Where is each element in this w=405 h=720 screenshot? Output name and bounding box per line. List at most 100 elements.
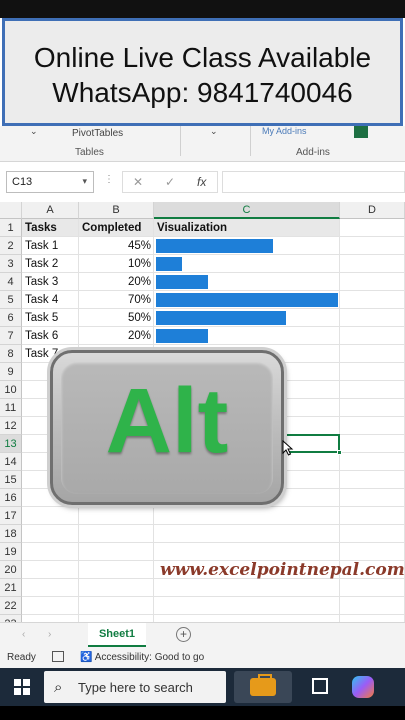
- banner-line-1: Online Live Class Available: [33, 42, 372, 73]
- gridline: [22, 506, 405, 507]
- next-sheet-icon[interactable]: ›: [48, 629, 51, 640]
- completed-cell[interactable]: 20%: [79, 327, 154, 345]
- accessibility-text: Accessibility: Good to go: [94, 652, 205, 663]
- data-bar: [156, 329, 208, 343]
- row-header-5[interactable]: 5: [0, 291, 22, 309]
- completed-cell[interactable]: 20%: [79, 273, 154, 291]
- row-header-11[interactable]: 11: [0, 399, 22, 417]
- sheet-tab-bar: ‹ › Sheet1 +: [0, 622, 405, 648]
- row-header-7[interactable]: 7: [0, 327, 22, 345]
- search-icon: ⌕: [54, 679, 63, 696]
- row-header-8[interactable]: 8: [0, 345, 22, 363]
- my-addins-button[interactable]: My Add-ins: [262, 126, 307, 136]
- task-name-cell[interactable]: Task 3: [22, 273, 79, 291]
- search-placeholder: Type here to search: [78, 680, 193, 695]
- ribbon-group-tables: Tables: [75, 147, 104, 158]
- copilot-icon[interactable]: [352, 676, 374, 698]
- row-header-9[interactable]: 9: [0, 363, 22, 381]
- table-header-cell[interactable]: Visualization: [154, 219, 340, 237]
- windows-taskbar: ⌕ Type here to search: [0, 668, 405, 706]
- data-bar: [156, 293, 338, 307]
- row-header-22[interactable]: 22: [0, 597, 22, 615]
- task-name-cell[interactable]: Task 1: [22, 237, 79, 255]
- gridline: [22, 542, 405, 543]
- column-header-c[interactable]: C: [154, 202, 340, 219]
- completed-cell[interactable]: 10%: [79, 255, 154, 273]
- task-name-cell[interactable]: Task 6: [22, 327, 79, 345]
- name-box[interactable]: C13 ▾: [6, 171, 94, 193]
- status-ready: Ready: [7, 652, 36, 663]
- prev-sheet-icon[interactable]: ‹: [22, 629, 25, 640]
- sheet-tab-sheet1[interactable]: Sheet1: [88, 623, 146, 647]
- row-header-23[interactable]: 23: [0, 615, 22, 622]
- promo-banner: Online Live Class Available WhatsApp: 98…: [2, 18, 403, 126]
- ribbon-group-addins: Add-ins: [296, 147, 330, 158]
- column-header-a[interactable]: A: [22, 202, 79, 219]
- ribbon-divider: [180, 126, 181, 156]
- data-bar: [156, 239, 273, 253]
- select-all-corner[interactable]: [0, 202, 22, 219]
- ribbon-divider: [250, 126, 251, 156]
- table-header-cell[interactable]: Tasks: [22, 219, 79, 237]
- add-sheet-icon[interactable]: +: [176, 627, 191, 642]
- excel-addin-icon[interactable]: [354, 126, 368, 138]
- row-header-16[interactable]: 16: [0, 489, 22, 507]
- enter-icon[interactable]: ✓: [165, 175, 175, 189]
- cancel-icon[interactable]: ✕: [133, 175, 143, 189]
- row-header-17[interactable]: 17: [0, 507, 22, 525]
- row-header-18[interactable]: 18: [0, 525, 22, 543]
- formula-input[interactable]: [222, 171, 405, 193]
- completed-cell[interactable]: 45%: [79, 237, 154, 255]
- mouse-cursor-icon: [282, 440, 294, 456]
- table-header-cell[interactable]: Completed: [79, 219, 154, 237]
- insert-function-icon[interactable]: fx: [197, 175, 206, 189]
- column-header-b[interactable]: B: [79, 202, 154, 219]
- row-header-6[interactable]: 6: [0, 309, 22, 327]
- more-options-icon[interactable]: ⋮: [104, 174, 114, 185]
- alt-key-label: Alt: [105, 370, 229, 472]
- row-header-2[interactable]: 2: [0, 237, 22, 255]
- completed-cell[interactable]: 70%: [79, 291, 154, 309]
- row-header-21[interactable]: 21: [0, 579, 22, 597]
- watermark-text: www.excelpointnepal.com: [160, 560, 405, 580]
- data-bar: [156, 275, 208, 289]
- chevron-down-icon[interactable]: ⌄: [210, 126, 218, 137]
- ribbon: ⌄ PivotTables ⌄ My Add-ins Tables Add-in…: [0, 126, 405, 162]
- accessibility-status[interactable]: ♿ Accessibility: Good to go: [80, 652, 204, 663]
- task-view-icon[interactable]: [312, 678, 328, 694]
- task-name-cell[interactable]: Task 2: [22, 255, 79, 273]
- taskbar-search-box[interactable]: ⌕ Type here to search: [44, 671, 226, 703]
- row-header-12[interactable]: 12: [0, 417, 22, 435]
- alt-key-overlay: Alt: [50, 350, 284, 505]
- task-name-cell[interactable]: Task 4: [22, 291, 79, 309]
- chevron-down-icon[interactable]: ⌄: [30, 126, 38, 137]
- row-header-20[interactable]: 20: [0, 561, 22, 579]
- row-header-15[interactable]: 15: [0, 471, 22, 489]
- taskbar-app-briefcase[interactable]: [234, 671, 292, 703]
- row-header-3[interactable]: 3: [0, 255, 22, 273]
- column-header-d[interactable]: D: [340, 202, 405, 219]
- briefcase-icon: [250, 674, 276, 696]
- gridline: [22, 524, 405, 525]
- formula-bar: C13 ▾ ⋮ ✕ ✓ fx: [0, 162, 405, 200]
- task-name-cell[interactable]: Task 5: [22, 309, 79, 327]
- row-header-13[interactable]: 13: [0, 435, 22, 453]
- row-header-1[interactable]: 1: [0, 219, 22, 237]
- windows-start-icon[interactable]: [14, 679, 30, 695]
- pivot-tables-button[interactable]: PivotTables: [72, 128, 123, 139]
- gridline: [22, 596, 405, 597]
- banner-line-2: WhatsApp: 9841740046: [52, 77, 353, 108]
- row-header-10[interactable]: 10: [0, 381, 22, 399]
- data-bar: [156, 311, 286, 325]
- data-bar: [156, 257, 182, 271]
- top-black-bar: [0, 0, 405, 18]
- app-frame: Online Live Class Available WhatsApp: 98…: [0, 0, 405, 720]
- completed-cell[interactable]: 50%: [79, 309, 154, 327]
- macro-record-icon[interactable]: [52, 651, 64, 662]
- chevron-down-icon[interactable]: ▾: [82, 176, 87, 187]
- row-header-14[interactable]: 14: [0, 453, 22, 471]
- fill-handle[interactable]: [337, 450, 342, 455]
- row-header-4[interactable]: 4: [0, 273, 22, 291]
- name-box-value: C13: [12, 176, 33, 188]
- row-header-19[interactable]: 19: [0, 543, 22, 561]
